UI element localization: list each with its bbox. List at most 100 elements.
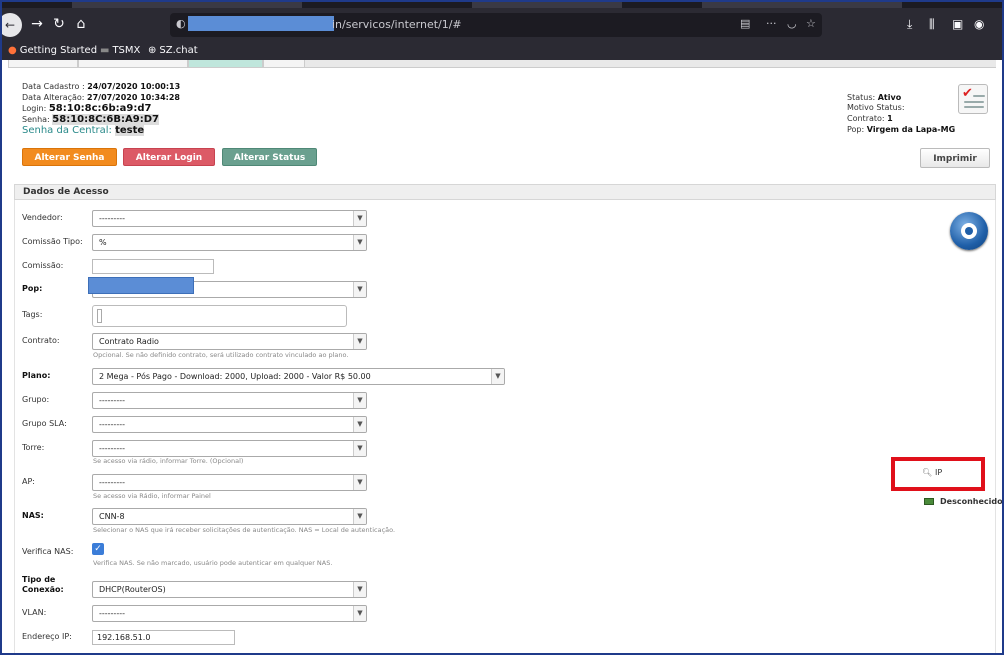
tag-cursor (97, 309, 102, 323)
senha-central: Senha da Central: teste (22, 125, 145, 136)
network-card-icon (924, 498, 934, 505)
bookmark-label: Getting Started (19, 45, 98, 56)
back-icon[interactable]: ← (2, 13, 22, 37)
ap-select[interactable]: --------- ▼ (92, 474, 367, 491)
pop-label: Pop: (22, 284, 43, 293)
endereco-ip-input[interactable]: 192.168.51.0 (92, 630, 235, 645)
page-actions-icon[interactable]: ··· (766, 17, 777, 30)
contrato-info: Contrato: 1 (847, 114, 893, 123)
tipo-conexao-label-1: Tipo de (22, 575, 56, 584)
vlan-label: VLAN: (22, 608, 47, 617)
browser-tab[interactable] (472, 2, 622, 8)
checklist-icon[interactable]: ✔ (958, 84, 988, 114)
torre-hint: Se acesso via rádio, informar Torre. (Op… (93, 457, 244, 465)
login-info: Login: 58:10:8c:6b:a9:d7 (22, 103, 152, 114)
nas-label: NAS: (22, 511, 44, 520)
nas-hint: Selecionar o NAS que irá receber solicit… (93, 526, 396, 534)
chevron-down-icon: ▼ (353, 475, 366, 490)
pop-info: Pop: Virgem da Lapa-MG (847, 125, 956, 134)
vendedor-label: Vendedor: (22, 213, 63, 222)
ip-lookup-box[interactable]: 🔍︎ IP (891, 457, 985, 491)
chevron-down-icon: ▼ (353, 582, 366, 597)
ap-hint: Se acesso via Rádio, informar Painel (93, 492, 211, 500)
reload-icon[interactable]: ↻ (50, 15, 68, 33)
page-tab[interactable] (78, 60, 188, 68)
pocket-icon[interactable]: ◡ (787, 17, 797, 30)
status-info: Status: Ativo (847, 93, 902, 102)
screenshot-frame: ← → ↻ ⌂ ◐ in/servicos/internet/1/# ▤ ···… (0, 0, 1004, 655)
verifica-nas-label: Verifica NAS: (22, 547, 74, 556)
alterar-status-button[interactable]: Alterar Status (222, 148, 317, 166)
alterar-senha-button[interactable]: Alterar Senha (22, 148, 117, 166)
grupo-select[interactable]: --------- ▼ (92, 392, 367, 409)
grupo-sla-select[interactable]: --------- ▼ (92, 416, 367, 433)
plano-select[interactable]: 2 Mega - Pós Pago - Download: 2000, Uplo… (92, 368, 505, 385)
ap-label: AP: (22, 477, 35, 486)
senha-info: Senha: 58:10:8C:6B:A9:D7 (22, 114, 159, 125)
grupo-label: Grupo: (22, 395, 50, 404)
network-globe-icon[interactable] (950, 212, 988, 250)
chevron-down-icon: ▼ (353, 211, 366, 226)
bookmark-star-icon[interactable]: ☆ (806, 17, 816, 30)
tags-input[interactable] (92, 305, 347, 327)
magnifier-icon: 🔍︎ (922, 468, 933, 477)
browser-tab[interactable] (72, 2, 302, 8)
chevron-down-icon: ▼ (353, 509, 366, 524)
bookmark-szchat[interactable]: ⊕ SZ.chat (148, 45, 198, 56)
browser-tab[interactable] (702, 2, 902, 8)
chevron-down-icon: ▼ (353, 235, 366, 250)
page-tab[interactable] (8, 60, 78, 68)
sidebar-icon[interactable]: ▣ (952, 17, 963, 31)
url-bar[interactable]: ◐ in/servicos/internet/1/# ▤ ··· ◡ ☆ (170, 13, 822, 37)
imprimir-button[interactable]: Imprimir (920, 148, 990, 168)
tipo-conexao-select[interactable]: DHCP(RouterOS) ▼ (92, 581, 367, 598)
account-icon[interactable]: ◉ (974, 17, 984, 31)
connection-status: Desconhecido (924, 497, 1002, 506)
vlan-select[interactable]: --------- ▼ (92, 605, 367, 622)
page-tabs (8, 60, 996, 68)
shield-icon: ◐ (176, 17, 186, 30)
verifica-nas-checkbox[interactable]: ✓ (92, 543, 104, 555)
chevron-down-icon: ▼ (353, 282, 366, 297)
comissao-tipo-label: Comissão Tipo: (22, 237, 83, 246)
page-tab[interactable] (263, 60, 305, 68)
bookmark-getting-started[interactable]: ● Getting Started (8, 45, 97, 56)
chevron-down-icon: ▼ (353, 606, 366, 621)
chevron-down-icon: ▼ (353, 417, 366, 432)
chevron-down-icon: ▼ (353, 393, 366, 408)
comissao-input[interactable] (92, 259, 214, 274)
bookmark-label: TSMX (112, 45, 141, 56)
forward-icon[interactable]: → (28, 15, 46, 33)
contrato-select[interactable]: Contrato Radio ▼ (92, 333, 367, 350)
redacted-url (188, 16, 334, 31)
page-content: Data Cadastro : 24/07/2020 10:00:13 Data… (2, 60, 1002, 653)
bookmark-tsmx[interactable]: ▬ TSMX (100, 45, 140, 56)
torre-select[interactable]: --------- ▼ (92, 440, 367, 457)
comissao-label: Comissão: (22, 261, 64, 270)
data-alteracao: Data Alteração: 27/07/2020 10:34:28 (22, 93, 180, 102)
firefox-icon: ● (8, 45, 17, 56)
comissao-tipo-select[interactable]: % ▼ (92, 234, 367, 251)
nas-select[interactable]: CNN-8 ▼ (92, 508, 367, 525)
data-cadastro: Data Cadastro : 24/07/2020 10:00:13 (22, 82, 181, 91)
reader-view-icon[interactable]: ▤ (740, 17, 750, 30)
bookmarks-bar: ● Getting Started ▬ TSMX ⊕ SZ.chat (2, 42, 1002, 60)
browser-toolbar: ← → ↻ ⌂ ◐ in/servicos/internet/1/# ▤ ···… (2, 2, 1002, 42)
section-header: Dados de Acesso (14, 184, 996, 200)
tipo-conexao-label-2: Conexão: (22, 585, 64, 594)
vendedor-select[interactable]: --------- ▼ (92, 210, 367, 227)
bookmark-label: SZ.chat (159, 45, 198, 56)
motivo-status: Motivo Status: (847, 103, 905, 112)
page-tab-active[interactable] (188, 60, 263, 68)
tab-strip (2, 2, 1002, 8)
download-icon[interactable]: ⤓ (907, 17, 912, 32)
home-icon[interactable]: ⌂ (72, 15, 90, 33)
chevron-down-icon: ▼ (491, 369, 504, 384)
dash-icon: ▬ (100, 45, 110, 56)
chevron-down-icon: ▼ (353, 334, 366, 349)
contrato-label: Contrato: (22, 336, 60, 345)
torre-label: Torre: (22, 443, 45, 452)
library-icon[interactable]: ⫼ (929, 17, 935, 32)
plano-label: Plano: (22, 371, 51, 380)
alterar-login-button[interactable]: Alterar Login (123, 148, 215, 166)
